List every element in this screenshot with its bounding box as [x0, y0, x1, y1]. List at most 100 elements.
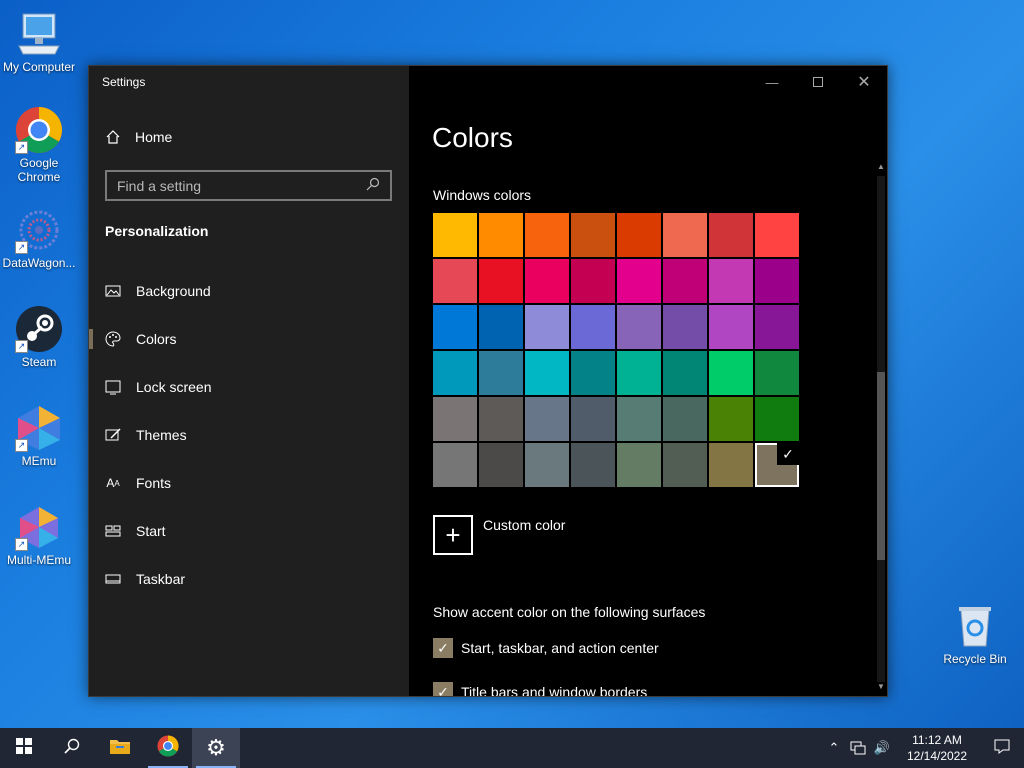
checkbox-start-taskbar[interactable]: ✓ Start, taskbar, and action center: [433, 638, 659, 658]
chrome-taskbar-button[interactable]: [144, 728, 192, 768]
color-swatch[interactable]: [571, 351, 615, 395]
notification-icon: [994, 738, 1010, 759]
color-swatch[interactable]: [525, 443, 569, 487]
search-button[interactable]: [48, 728, 96, 768]
home-link[interactable]: Home: [105, 129, 172, 145]
scroll-thumb[interactable]: [877, 372, 885, 560]
color-swatch[interactable]: [709, 305, 753, 349]
color-swatch[interactable]: [571, 305, 615, 349]
color-swatch[interactable]: [755, 305, 799, 349]
color-swatch[interactable]: [479, 351, 523, 395]
desktop-icon-my-computer[interactable]: My Computer: [0, 10, 78, 74]
color-swatch[interactable]: [433, 397, 477, 441]
color-swatch[interactable]: [663, 259, 707, 303]
checkbox-checked-icon[interactable]: ✓: [433, 638, 453, 658]
settings-taskbar-button[interactable]: ⚙: [192, 728, 240, 768]
sidebar-item-start[interactable]: Start: [89, 511, 409, 551]
gear-icon: ⚙: [206, 735, 226, 760]
color-swatch[interactable]: [571, 213, 615, 257]
network-icon[interactable]: [846, 741, 870, 755]
sidebar-item-background[interactable]: Background: [89, 271, 409, 311]
color-swatch[interactable]: [663, 351, 707, 395]
color-swatch[interactable]: [663, 443, 707, 487]
desktop-icon-memu[interactable]: ↗ MEmu: [0, 404, 78, 468]
color-swatch[interactable]: [755, 351, 799, 395]
scroll-down-icon[interactable]: ▼: [875, 682, 887, 694]
color-swatch[interactable]: [617, 259, 661, 303]
desktop-icon-google-chrome[interactable]: ↗ Google Chrome: [0, 106, 78, 184]
clock-time: 11:12 AM: [912, 733, 962, 747]
volume-icon[interactable]: 🔊: [870, 740, 894, 756]
color-swatch[interactable]: [755, 397, 799, 441]
color-swatch[interactable]: [617, 305, 661, 349]
checkbox-title-bars[interactable]: ✓ Title bars and window borders: [433, 682, 647, 696]
clock[interactable]: 11:12 AM 12/14/2022: [902, 732, 972, 764]
chevron-up-icon[interactable]: ⌃: [822, 740, 846, 756]
file-explorer-button[interactable]: [96, 728, 144, 768]
sidebar-item-themes[interactable]: Themes: [89, 415, 409, 455]
color-swatch[interactable]: ✓: [755, 443, 799, 487]
color-swatch[interactable]: [433, 305, 477, 349]
desktop-icon-multi-memu[interactable]: ↗ Multi-MEmu: [0, 503, 78, 567]
color-swatch[interactable]: [479, 259, 523, 303]
color-swatch[interactable]: [617, 351, 661, 395]
color-swatch[interactable]: [479, 443, 523, 487]
color-swatch[interactable]: [571, 259, 615, 303]
minimize-button[interactable]: —: [749, 66, 795, 98]
desktop-icon-label: Google Chrome: [17, 156, 61, 184]
sidebar-item-taskbar[interactable]: Taskbar: [89, 559, 409, 599]
action-center-button[interactable]: [980, 738, 1024, 759]
sidebar-item-lock-screen[interactable]: Lock screen: [89, 367, 409, 407]
color-swatch[interactable]: [755, 259, 799, 303]
color-swatch[interactable]: [525, 213, 569, 257]
search-input[interactable]: Find a setting: [105, 170, 392, 201]
desktop-icon-label: Steam: [21, 355, 57, 369]
color-swatch[interactable]: [525, 305, 569, 349]
desktop-icon-label: DataWagon...: [2, 256, 76, 270]
scroll-up-icon[interactable]: ▲: [875, 162, 887, 174]
color-swatch[interactable]: [433, 259, 477, 303]
maximize-button[interactable]: [795, 66, 841, 98]
color-swatch[interactable]: [433, 351, 477, 395]
desktop-icon-recycle-bin[interactable]: Recycle Bin: [936, 602, 1014, 666]
start-button[interactable]: [0, 728, 48, 768]
color-swatch[interactable]: [617, 397, 661, 441]
color-swatch[interactable]: [479, 213, 523, 257]
custom-color-label[interactable]: Custom color: [483, 517, 565, 533]
color-swatch[interactable]: [617, 443, 661, 487]
color-swatch[interactable]: [525, 397, 569, 441]
color-swatch[interactable]: [709, 259, 753, 303]
color-swatch[interactable]: [663, 305, 707, 349]
color-swatch[interactable]: [479, 397, 523, 441]
color-swatch[interactable]: [571, 397, 615, 441]
color-swatch[interactable]: [525, 351, 569, 395]
color-swatch[interactable]: [663, 397, 707, 441]
color-swatch[interactable]: [525, 259, 569, 303]
color-swatch[interactable]: [433, 213, 477, 257]
desktop-icon-label: Multi-MEmu: [6, 553, 71, 567]
color-swatch[interactable]: [571, 443, 615, 487]
sidebar-item-colors[interactable]: Colors: [89, 319, 409, 359]
color-swatch[interactable]: [755, 213, 799, 257]
clock-date: 12/14/2022: [906, 749, 968, 763]
close-button[interactable]: ✕: [841, 66, 887, 98]
sidebar-item-fonts[interactable]: AA Fonts: [89, 463, 409, 503]
color-swatch[interactable]: [709, 213, 753, 257]
settings-window: Settings Home Find a setting Personaliza…: [88, 65, 888, 697]
color-swatch[interactable]: [479, 305, 523, 349]
color-swatch[interactable]: [709, 397, 753, 441]
close-icon: ✕: [857, 74, 871, 91]
custom-color-button[interactable]: +: [433, 515, 473, 555]
color-swatch[interactable]: [709, 351, 753, 395]
computer-icon: [15, 10, 63, 58]
color-swatch[interactable]: [433, 443, 477, 487]
content-scrollbar[interactable]: ▲ ▼: [875, 162, 887, 696]
image-icon: [105, 283, 121, 299]
desktop-icon-steam[interactable]: ↗ Steam: [0, 305, 78, 369]
color-swatch[interactable]: [663, 213, 707, 257]
checkbox-checked-icon[interactable]: ✓: [433, 682, 453, 696]
desktop-icon-datawagon[interactable]: ↗ DataWagon...: [0, 206, 78, 270]
color-swatch[interactable]: [617, 213, 661, 257]
chrome-icon: ↗: [15, 106, 63, 154]
color-swatch[interactable]: [709, 443, 753, 487]
